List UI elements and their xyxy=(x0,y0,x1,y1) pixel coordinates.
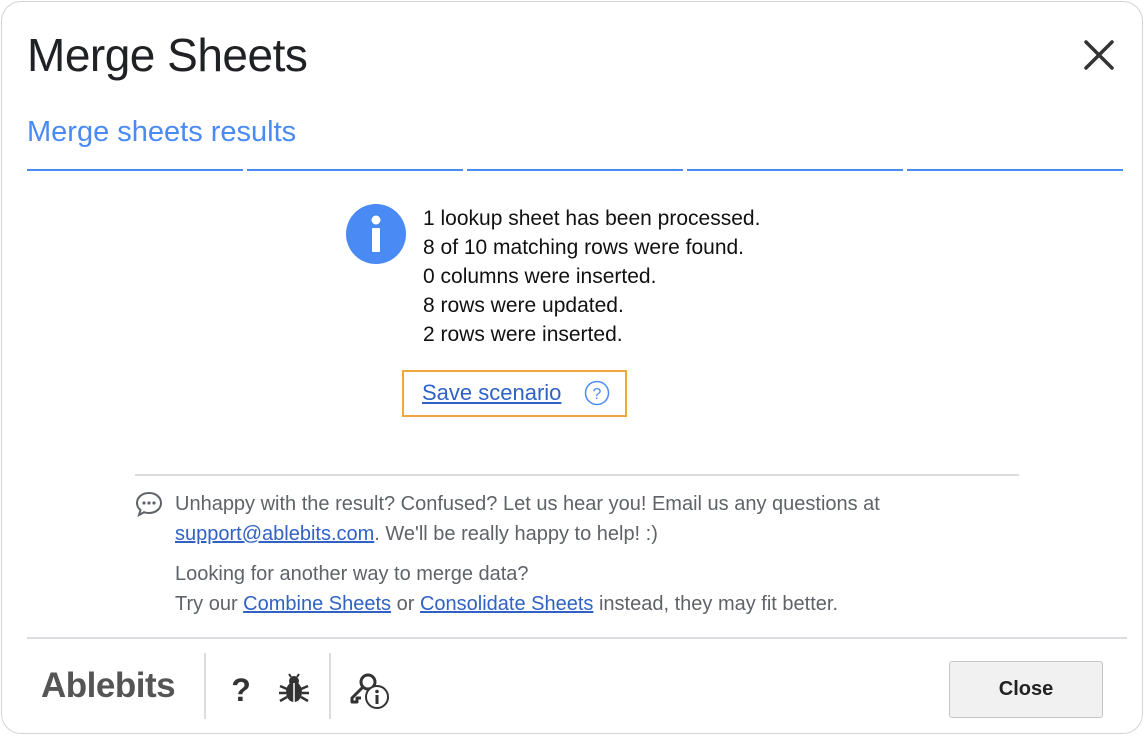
footer-separator xyxy=(329,653,331,719)
close-button[interactable]: Close xyxy=(949,661,1103,718)
bug-icon[interactable] xyxy=(277,672,311,706)
step-indicator xyxy=(27,169,243,171)
alt-intro-text: Looking for another way to merge data? xyxy=(175,563,529,585)
result-line: 1 lookup sheet has been processed. xyxy=(423,207,761,230)
support-email-link[interactable]: support@ablebits.com xyxy=(175,523,374,545)
divider xyxy=(135,474,1019,476)
svg-text:?: ? xyxy=(593,386,602,403)
help-circle-icon[interactable]: ? xyxy=(584,380,610,406)
step-indicator xyxy=(247,169,463,171)
result-line: 8 rows were updated. xyxy=(423,294,624,317)
info-icon xyxy=(346,204,406,264)
chat-icon xyxy=(135,491,163,517)
result-line: 8 of 10 matching rows were found. xyxy=(423,236,745,259)
step-progress-bar xyxy=(27,169,1123,172)
section-subtitle: Merge sheets results xyxy=(27,116,297,148)
alt-suffix-text: instead, they may fit better. xyxy=(598,593,838,615)
help-icon[interactable]: ? xyxy=(227,672,255,706)
svg-text:?: ? xyxy=(231,672,251,706)
step-indicator xyxy=(687,169,903,171)
alt-or-text: or xyxy=(396,593,415,615)
close-icon[interactable] xyxy=(1080,36,1118,74)
merge-sheets-dialog: Merge Sheets Merge sheets results 1 look… xyxy=(1,1,1143,734)
alternative-tools-message: Looking for another way to merge data? T… xyxy=(175,559,995,619)
result-summary: 1 lookup sheet has been processed. 8 of … xyxy=(423,204,760,349)
alt-prefix-text: Try our xyxy=(175,593,238,615)
footer-divider xyxy=(27,637,1127,639)
ablebits-logo: Ablebits xyxy=(41,666,176,705)
combine-sheets-link[interactable]: Combine Sheets xyxy=(243,593,391,615)
feedback-text-end: . We'll be really happy to help! :) xyxy=(374,523,658,545)
feedback-text: Unhappy with the result? Confused? Let u… xyxy=(175,493,880,515)
footer-separator xyxy=(204,653,206,719)
result-line: 0 columns were inserted. xyxy=(423,265,657,288)
step-indicator xyxy=(467,169,683,171)
save-scenario-link[interactable]: Save scenario xyxy=(422,379,561,407)
feedback-message: Unhappy with the result? Confused? Let u… xyxy=(175,489,995,549)
consolidate-sheets-link[interactable]: Consolidate Sheets xyxy=(420,593,593,615)
result-line: 2 rows were inserted. xyxy=(423,323,623,346)
dialog-title: Merge Sheets xyxy=(27,29,308,81)
license-info-icon[interactable] xyxy=(348,668,392,712)
step-indicator xyxy=(907,169,1123,171)
